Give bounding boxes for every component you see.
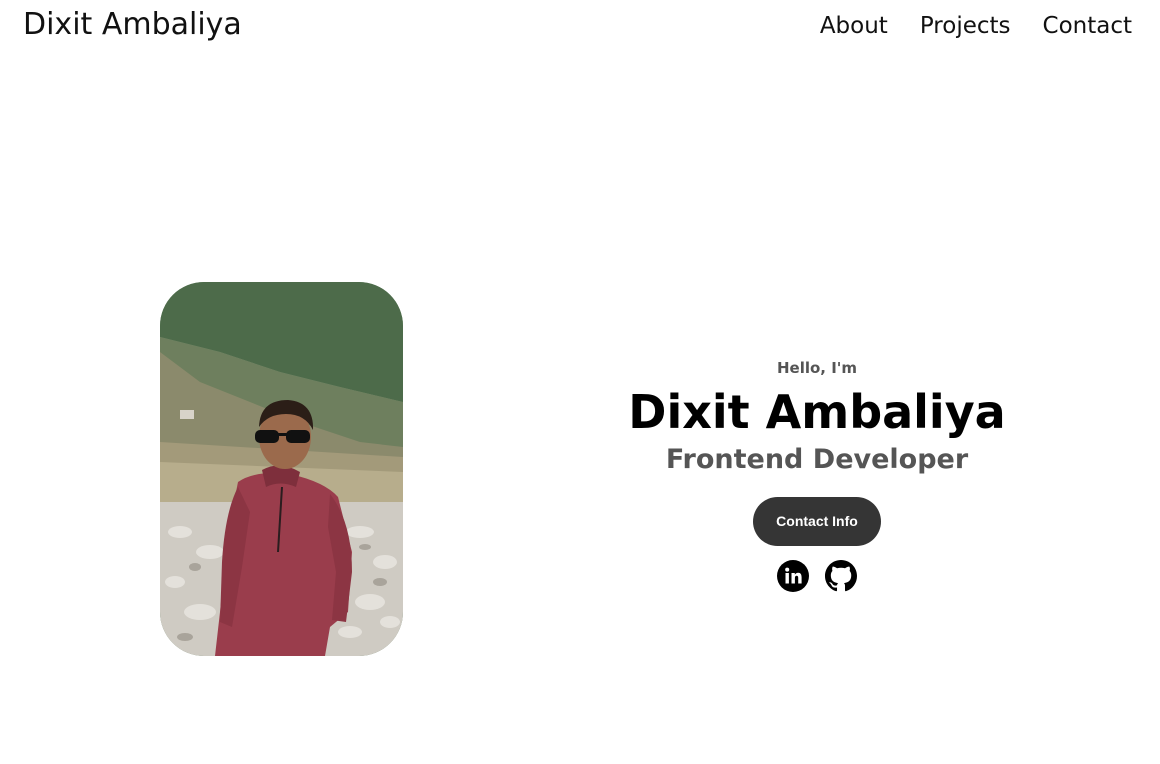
nav-item-contact: Contact bbox=[1043, 10, 1132, 42]
nav-links: About Projects Contact bbox=[820, 10, 1132, 42]
hero-section: Hello, I'm Dixit Ambaliya Frontend Devel… bbox=[600, 356, 1034, 592]
nav-link-about[interactable]: About bbox=[820, 13, 888, 39]
logo[interactable]: Dixit Ambaliya bbox=[23, 6, 242, 44]
nav-item-projects: Projects bbox=[920, 10, 1011, 42]
nav-link-contact[interactable]: Contact bbox=[1043, 13, 1132, 39]
navbar: Dixit Ambaliya About Projects Contact bbox=[0, 0, 1160, 52]
hero-name: Dixit Ambaliya bbox=[628, 385, 1006, 439]
github-icon bbox=[825, 560, 857, 592]
linkedin-link[interactable] bbox=[777, 560, 809, 592]
hero-role: Frontend Developer bbox=[665, 444, 969, 475]
github-link[interactable] bbox=[825, 560, 857, 592]
profile-photo-illustration bbox=[160, 282, 403, 656]
linkedin-icon bbox=[777, 560, 809, 592]
contact-info-button[interactable]: Contact Info bbox=[753, 497, 881, 546]
nav-link-projects[interactable]: Projects bbox=[920, 13, 1011, 39]
profile-photo bbox=[160, 282, 403, 656]
social-links bbox=[600, 560, 1034, 592]
greeting-text: Hello, I'm bbox=[776, 359, 858, 377]
nav-item-about: About bbox=[820, 10, 888, 42]
